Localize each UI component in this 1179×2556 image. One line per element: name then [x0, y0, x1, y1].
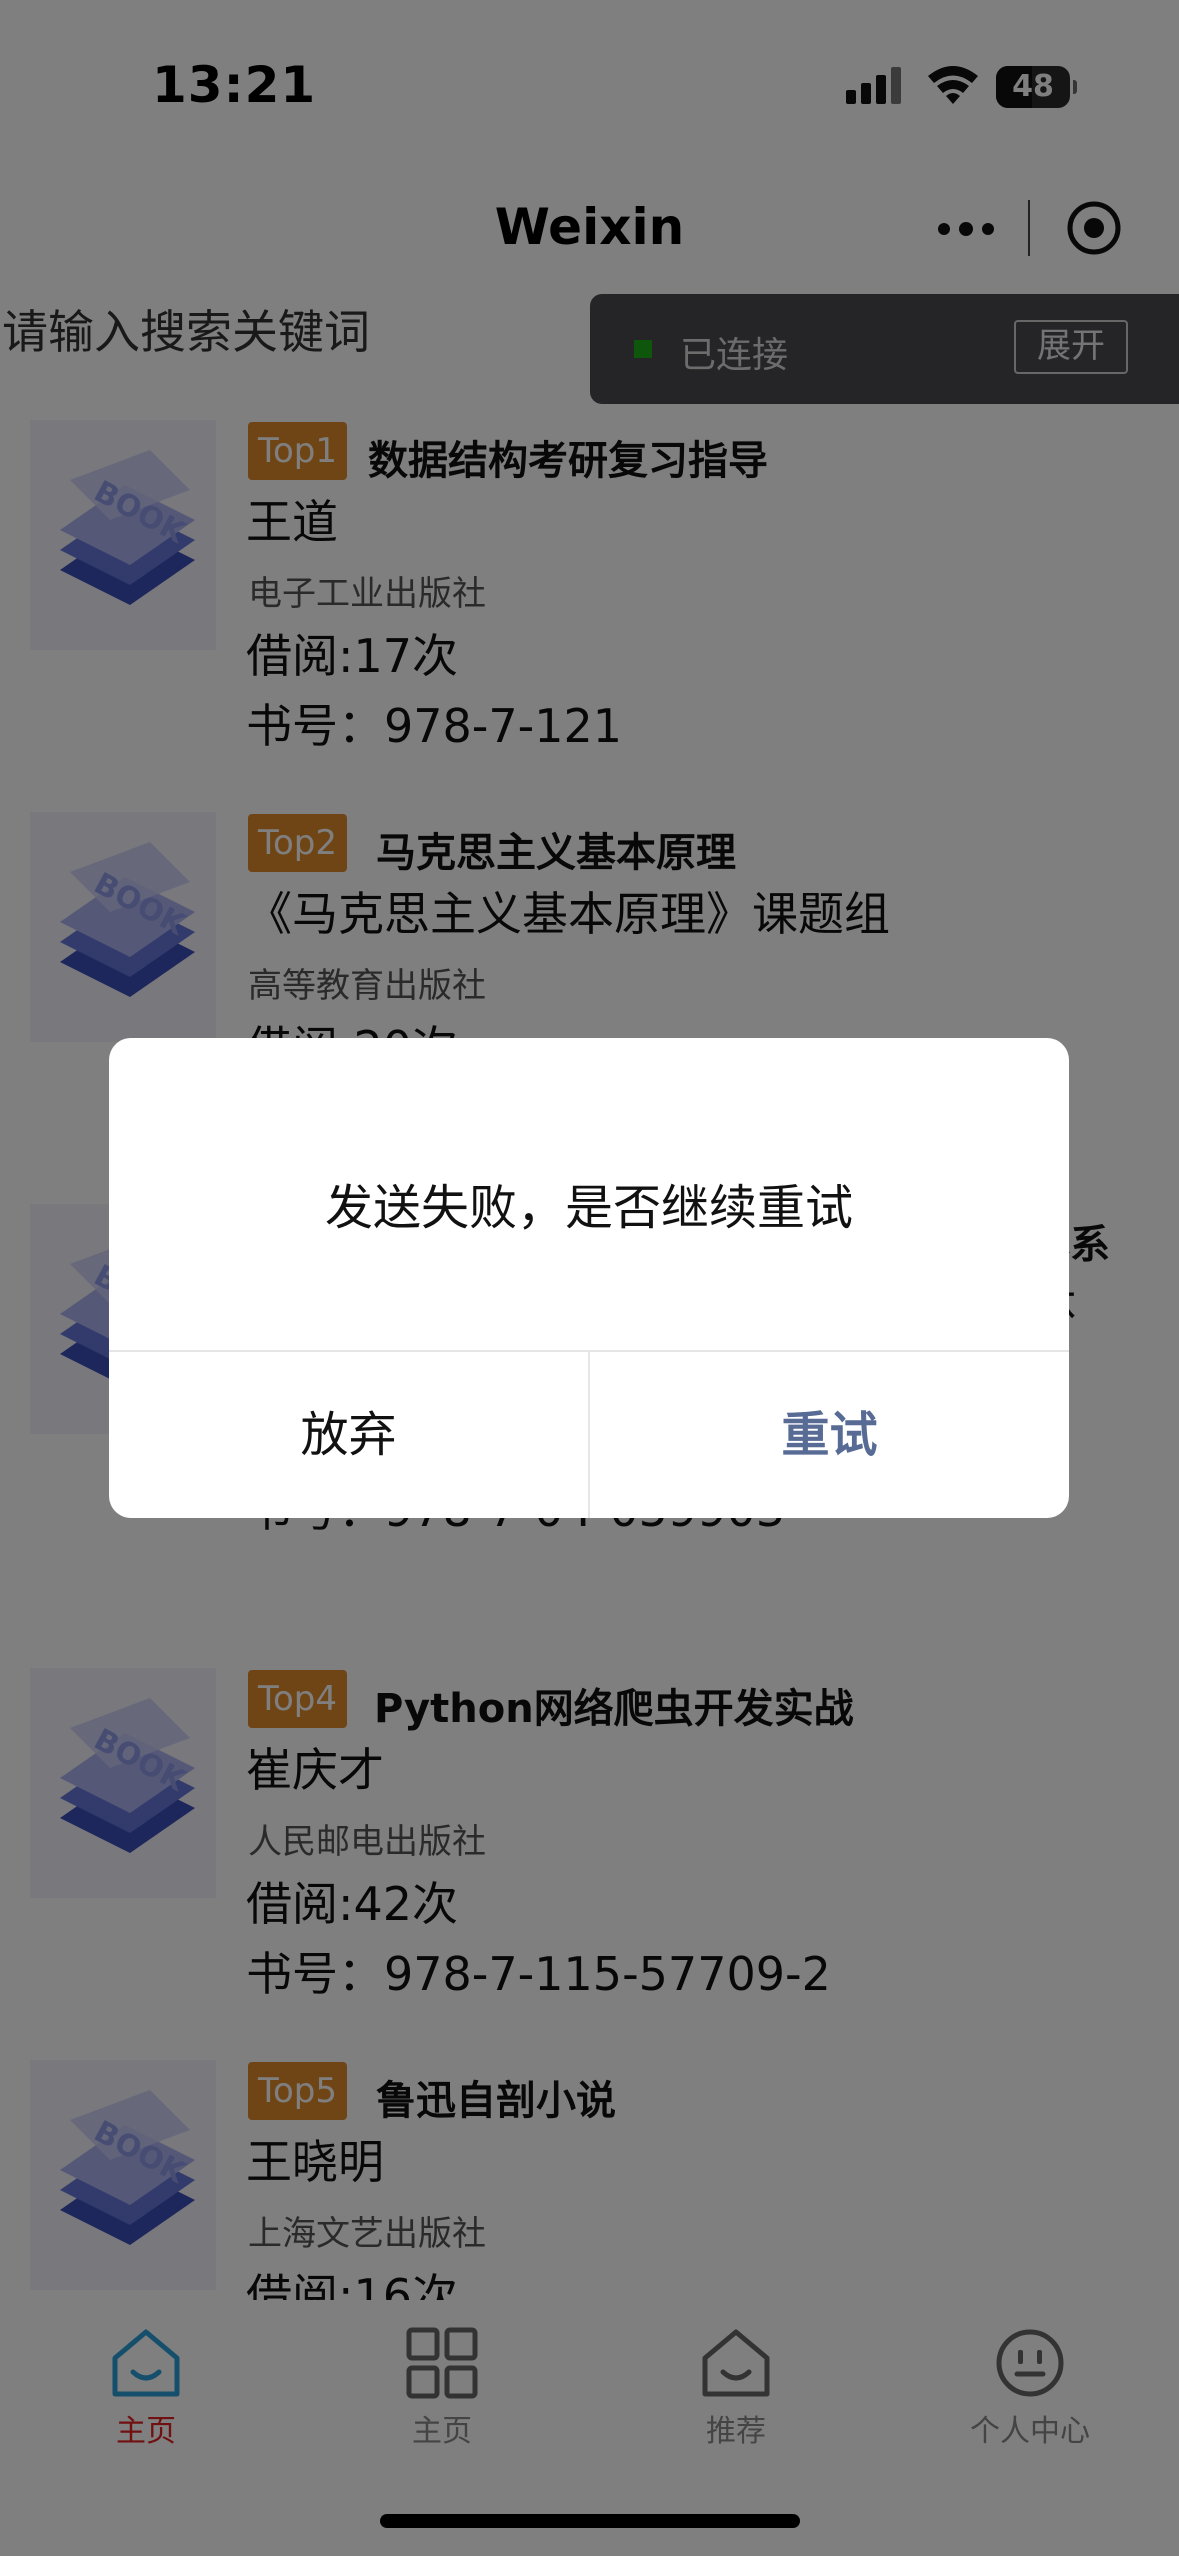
retry-button[interactable]: 重试: [590, 1352, 1069, 1518]
dialog-message: 发送失败，是否继续重试: [324, 1180, 853, 1236]
abandon-button[interactable]: 放弃: [109, 1352, 588, 1518]
retry-dialog: 发送失败，是否继续重试 放弃 重试: [109, 1038, 1069, 1518]
